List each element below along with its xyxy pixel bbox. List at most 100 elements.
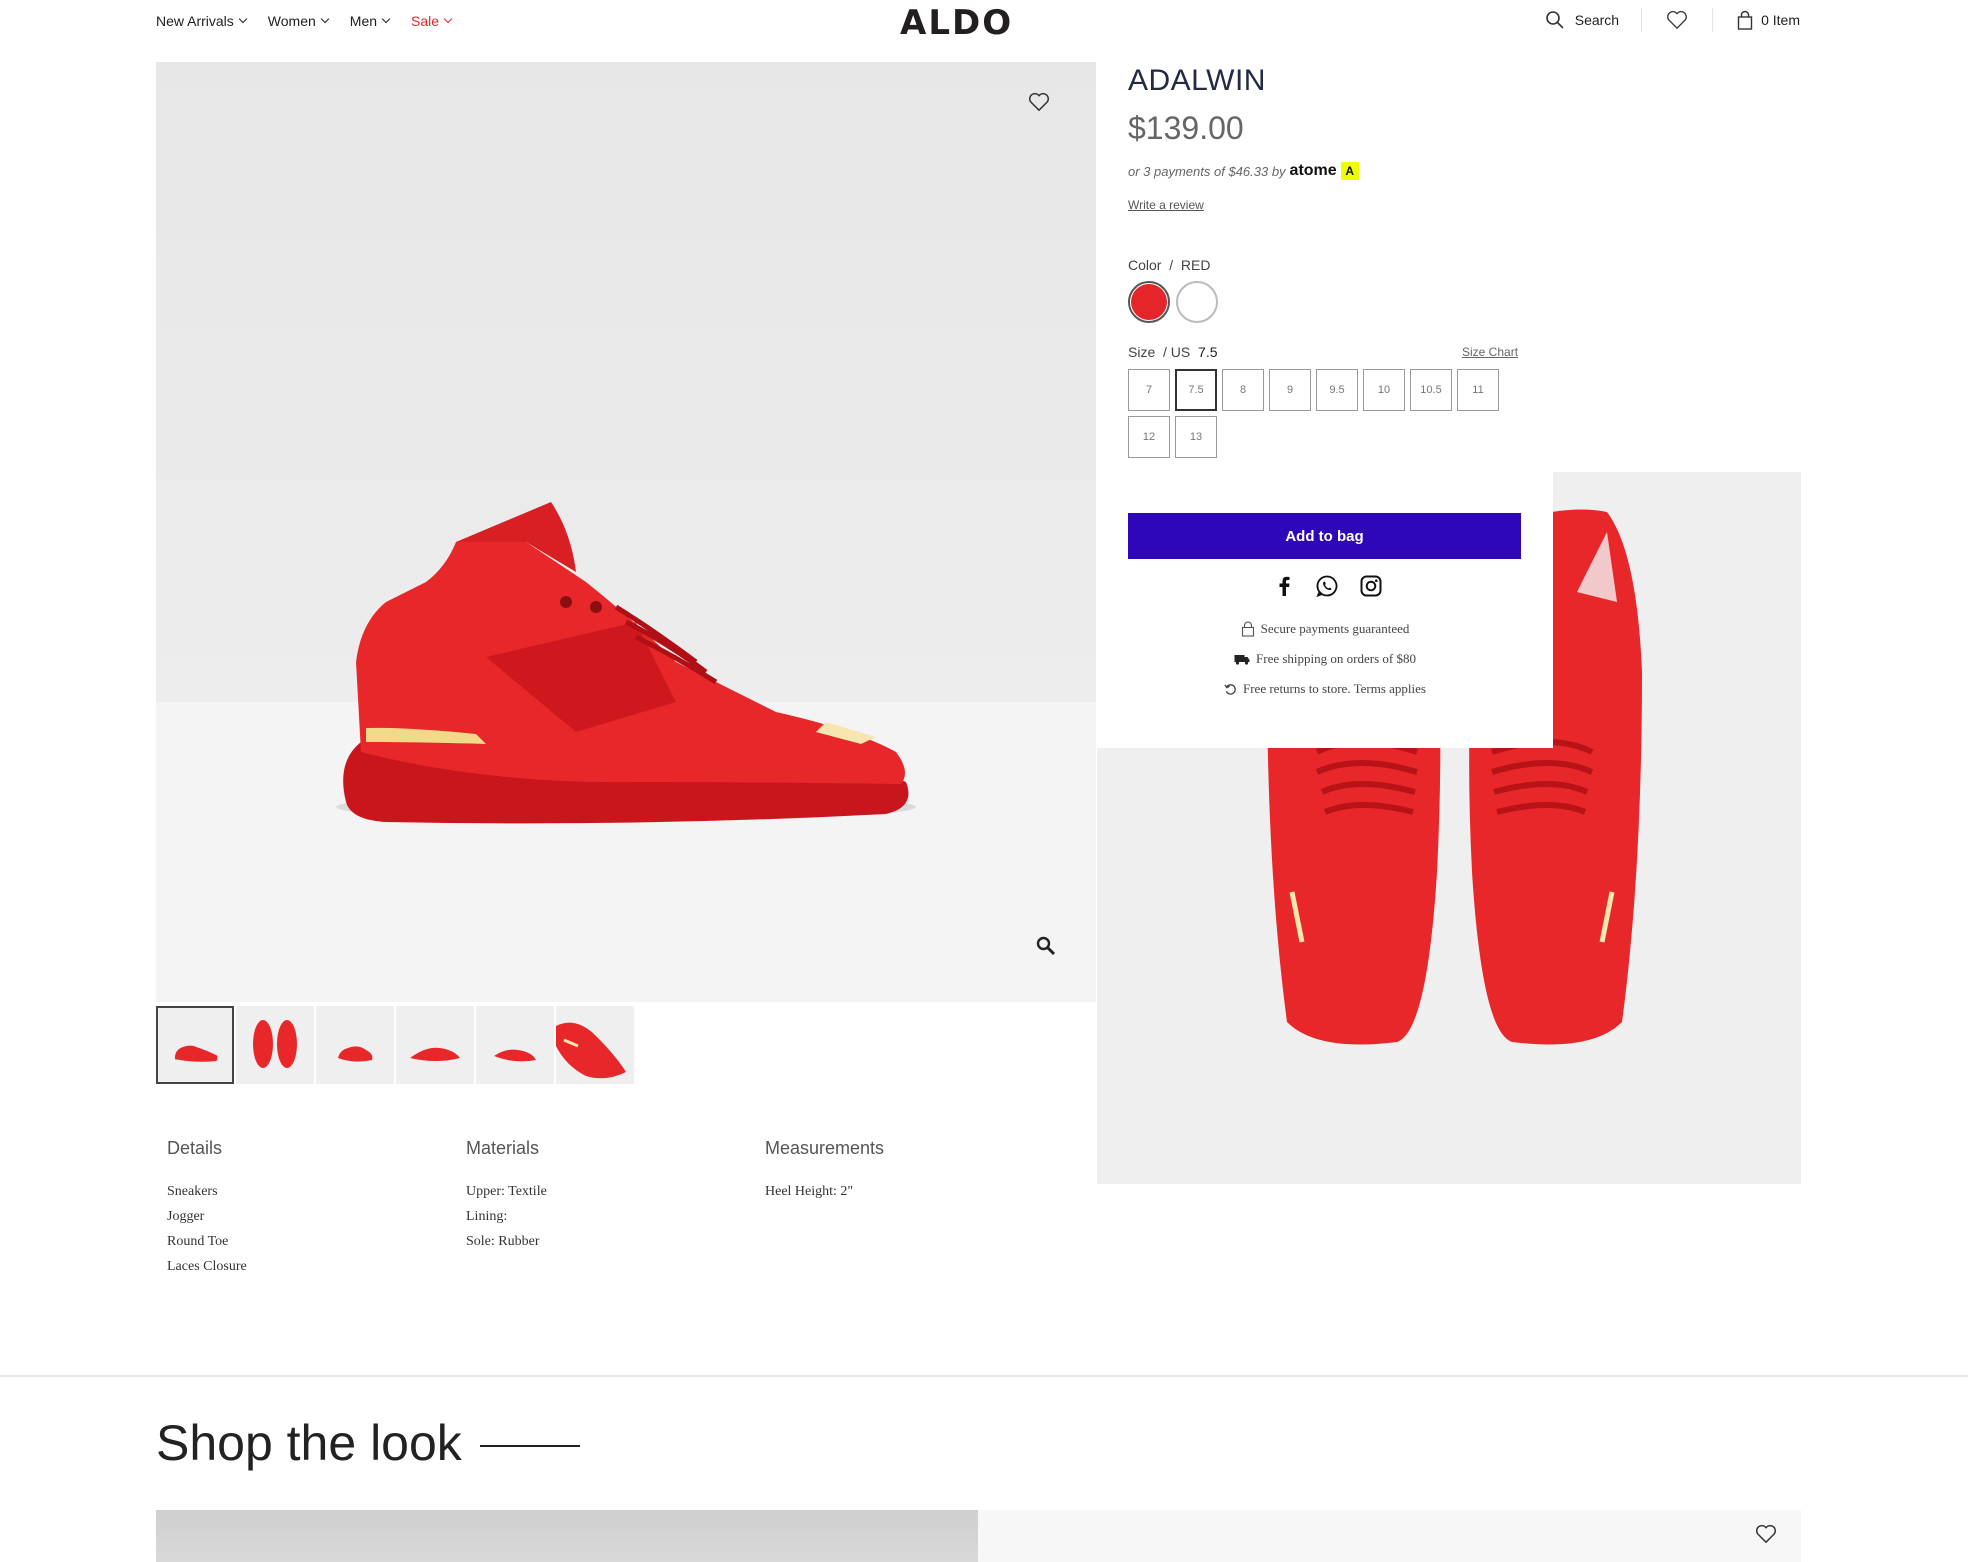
product-details: Details Sneakers Jogger Round Toe Laces … — [167, 1138, 1064, 1279]
size-option[interactable]: 13 — [1175, 416, 1217, 458]
instagram-icon[interactable] — [1359, 574, 1383, 598]
perk-free-returns: Free returns to store. Terms applies — [1097, 674, 1553, 704]
materials-item: Lining: — [466, 1209, 508, 1224]
bag-count: 0 Item — [1761, 12, 1800, 28]
thumbnail-image — [410, 1047, 460, 1061]
size-label: Size / US 7.5 — [1128, 344, 1218, 360]
section-divider — [0, 1375, 1968, 1377]
thumbnail-6[interactable] — [556, 1006, 634, 1084]
wishlist-button[interactable] — [1642, 8, 1714, 32]
nav-men[interactable]: Men — [349, 13, 391, 29]
perk-free-shipping: Free shipping on orders of $80 — [1097, 644, 1553, 674]
size-option[interactable]: 9.5 — [1316, 369, 1358, 411]
color-value: RED — [1180, 257, 1211, 273]
write-review-link[interactable]: Write a review — [1128, 198, 1204, 212]
heart-icon[interactable] — [1028, 92, 1050, 112]
size-option-selected[interactable]: 7.5 — [1175, 369, 1217, 411]
measurements-heading: Measurements — [765, 1138, 885, 1158]
installment-info: or 3 payments of $46.33 by atome A — [1128, 162, 1359, 180]
size-option[interactable]: 7 — [1128, 369, 1170, 411]
color-label: Color / RED — [1128, 257, 1210, 273]
chevron-down-icon — [443, 14, 453, 24]
zoom-icon[interactable] — [1036, 936, 1056, 956]
chevron-down-icon — [238, 14, 248, 24]
thumbnail-2[interactable] — [236, 1006, 314, 1084]
size-value: 7.5 — [1198, 344, 1218, 360]
return-icon — [1224, 683, 1236, 695]
nav-label: New Arrivals — [156, 13, 234, 29]
look-panel — [978, 1510, 1801, 1562]
main-product-image[interactable] — [156, 62, 1096, 1002]
swatch-fill — [1131, 284, 1167, 320]
add-to-bag-button[interactable]: Add to bag — [1128, 513, 1521, 559]
nav-label: Sale — [411, 13, 440, 29]
materials-heading: Materials — [466, 1138, 540, 1158]
color-swatches — [1128, 281, 1218, 323]
details-item: Sneakers — [167, 1184, 218, 1199]
thumbnail-image — [253, 1020, 297, 1068]
materials-item: Upper: Textile — [466, 1184, 547, 1199]
nav-sale[interactable]: Sale — [411, 13, 453, 29]
search-button[interactable]: Search — [1545, 8, 1643, 32]
search-label: Search — [1574, 12, 1620, 28]
thumbnail-1[interactable] — [156, 1006, 234, 1084]
product-name: ADALWIN — [1128, 64, 1266, 97]
shopping-perks: Secure payments guaranteed Free shipping… — [1097, 614, 1553, 704]
thumbnail-image — [174, 1045, 218, 1062]
size-option[interactable]: 9 — [1269, 369, 1311, 411]
chevron-down-icon — [320, 14, 330, 24]
shop-the-look-heading: Shop the look — [156, 1414, 580, 1472]
shop-the-look-title: Shop the look — [156, 1415, 462, 1471]
whatsapp-icon[interactable] — [1315, 574, 1339, 598]
details-item: Laces Closure — [167, 1259, 247, 1274]
color-label-text: Color — [1128, 257, 1162, 273]
product-info-panel: ADALWIN $139.00 or 3 payments of $46.33 … — [1097, 62, 1553, 748]
social-share — [1273, 574, 1383, 598]
atome-logo-icon: A — [1340, 162, 1359, 180]
details-item: Round Toe — [167, 1234, 229, 1249]
site-header: New Arrivals Women Men Sale ALDO Search … — [0, 0, 1968, 44]
size-option[interactable]: 11 — [1457, 369, 1499, 411]
search-icon — [1545, 11, 1564, 29]
thumbnail-5[interactable] — [476, 1006, 554, 1084]
header-actions: Search 0 Item — [1545, 8, 1800, 32]
nav-label: Men — [349, 13, 378, 29]
details-item: Jogger — [167, 1209, 205, 1224]
perk-text: Free shipping on orders of $80 — [1256, 651, 1416, 666]
thumbnail-image — [556, 1022, 626, 1079]
facebook-icon[interactable] — [1273, 575, 1295, 597]
atome-brand[interactable]: atome — [1290, 162, 1337, 180]
measurements-column: Measurements Heel Height: 2" — [765, 1138, 1064, 1279]
bag-icon — [1737, 10, 1753, 30]
thumbnail-4[interactable] — [396, 1006, 474, 1084]
chevron-down-icon — [381, 14, 391, 24]
truck-icon — [1234, 655, 1250, 665]
color-swatch-red[interactable] — [1128, 281, 1170, 323]
look-image[interactable] — [156, 1510, 978, 1562]
aldo-logo[interactable]: ALDO — [900, 3, 1013, 43]
thumbnail-3[interactable] — [316, 1006, 394, 1084]
size-option[interactable]: 12 — [1128, 416, 1170, 458]
measurements-item: Heel Height: 2" — [765, 1184, 854, 1199]
details-column: Details Sneakers Jogger Round Toe Laces … — [167, 1138, 466, 1279]
size-unit: / US — [1163, 344, 1191, 360]
nav-women[interactable]: Women — [268, 13, 330, 29]
swatch-fill — [1179, 284, 1215, 320]
product-price: $139.00 — [1128, 110, 1244, 146]
size-option[interactable]: 10.5 — [1410, 369, 1452, 411]
materials-item: Sole: Rubber — [466, 1234, 540, 1249]
installment-text: or 3 payments of $46.33 by — [1128, 163, 1286, 179]
details-heading: Details — [167, 1138, 223, 1158]
thumbnail-image — [338, 1046, 373, 1062]
heading-rule — [479, 1445, 580, 1447]
size-option[interactable]: 8 — [1222, 369, 1264, 411]
sneaker-side-image — [336, 502, 916, 824]
nav-new-arrivals[interactable]: New Arrivals — [156, 13, 248, 29]
materials-column: Materials Upper: Textile Lining: Sole: R… — [466, 1138, 765, 1279]
color-swatch-white[interactable] — [1176, 281, 1218, 323]
bag-button[interactable]: 0 Item — [1713, 8, 1800, 32]
size-chart-link[interactable]: Size Chart — [1462, 345, 1518, 359]
size-option[interactable]: 10 — [1363, 369, 1405, 411]
heart-icon[interactable] — [1755, 1524, 1777, 1544]
color-separator: / — [1169, 257, 1174, 273]
